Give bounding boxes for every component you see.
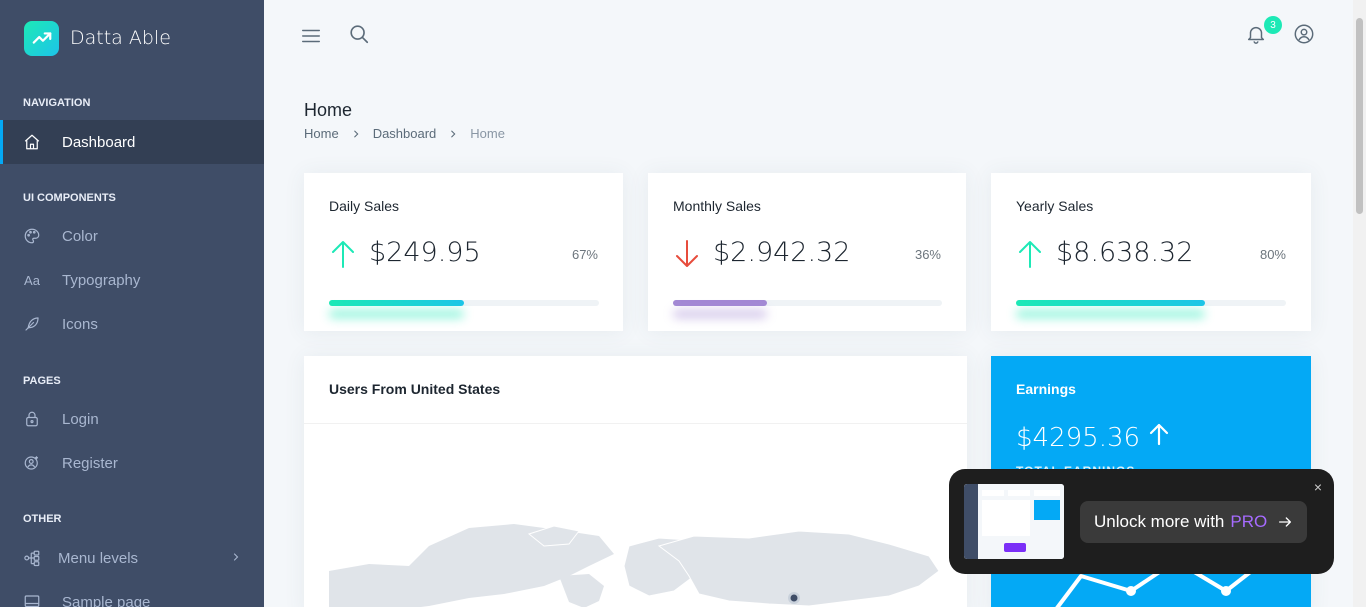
promo-text: Unlock more with xyxy=(1094,512,1225,531)
user-circle-icon xyxy=(1293,23,1315,50)
progress-shadow xyxy=(329,310,464,318)
progress-fill xyxy=(673,300,767,306)
card-title: Daily Sales xyxy=(329,198,400,214)
card-title: Users From United States xyxy=(329,381,501,397)
progress-shadow xyxy=(673,310,767,318)
promo-highlight: PRO xyxy=(1230,512,1268,531)
card-divider xyxy=(304,423,967,424)
daily-sales-card: Daily Sales $249.95 67% xyxy=(304,173,623,331)
brand-logo-icon xyxy=(24,20,59,56)
sidebar-item-sample-page[interactable]: Sample page xyxy=(0,580,264,607)
world-map[interactable] xyxy=(329,516,949,607)
lock-icon xyxy=(23,410,41,428)
chevron-right-icon xyxy=(230,550,242,567)
sidebar-item-register[interactable]: Register xyxy=(0,441,264,485)
earnings-amount-value: $4295.36 xyxy=(1016,423,1141,453)
scrollbar-thumb[interactable] xyxy=(1356,18,1363,214)
nav-caption-ui-components: UI COMPONENTS xyxy=(23,192,116,204)
card-title: Yearly Sales xyxy=(1016,198,1094,214)
breadcrumb: Home Dashboard Home xyxy=(304,126,505,141)
sidebar-item-label: Menu levels xyxy=(58,549,139,567)
breadcrumb-item-current: Home xyxy=(470,126,505,141)
breadcrumb-item[interactable]: Dashboard xyxy=(373,126,437,141)
monthly-sales-card: Monthly Sales $2.942.32 36% xyxy=(648,173,966,331)
card-title: Earnings xyxy=(1016,381,1076,397)
typography-icon: Aa xyxy=(24,272,40,288)
notification-count-badge: 3 xyxy=(1264,16,1282,34)
profile-button[interactable] xyxy=(1292,24,1316,48)
sidebar-item-label: Login xyxy=(62,410,99,428)
sidebar-item-label: Sample page xyxy=(62,593,151,607)
progress-fill xyxy=(329,300,464,306)
page-title: Home xyxy=(304,100,353,120)
sidebar-item-label: Color xyxy=(62,227,98,245)
arrow-down-icon xyxy=(673,239,701,269)
home-icon xyxy=(23,133,41,151)
sidebar: Datta Able NAVIGATION Dashboard UI COMPO… xyxy=(0,0,264,607)
close-icon[interactable]: × xyxy=(1314,479,1322,495)
sample-page-icon xyxy=(23,593,41,607)
search-icon xyxy=(348,23,370,50)
sales-percent: 67% xyxy=(571,247,598,262)
nav-caption-pages: PAGES xyxy=(23,375,61,387)
upgrade-promo-popup: Unlock more with PRO × xyxy=(949,469,1334,574)
brand-name: Datta Able xyxy=(70,27,171,49)
arrow-up-icon xyxy=(1148,423,1170,453)
sidebar-item-label: Typography xyxy=(62,271,141,289)
users-map-card: Users From United States xyxy=(304,356,967,607)
card-title: Monthly Sales xyxy=(673,198,761,214)
progress-bar xyxy=(329,300,599,318)
chevron-right-icon xyxy=(448,129,458,139)
top-header: 3 xyxy=(264,0,1353,72)
chevron-right-icon xyxy=(351,129,361,139)
nav-caption-navigation: NAVIGATION xyxy=(23,97,91,109)
unlock-pro-button[interactable]: Unlock more with PRO xyxy=(1080,501,1308,543)
sidebar-item-label: Icons xyxy=(62,315,98,333)
progress-bar xyxy=(673,300,942,318)
menu-toggle-button[interactable] xyxy=(299,24,323,48)
palette-icon xyxy=(23,227,41,245)
page-scrollbar[interactable] xyxy=(1353,0,1366,607)
sales-percent: 80% xyxy=(1259,247,1286,262)
user-plus-icon xyxy=(23,454,41,472)
progress-fill xyxy=(1016,300,1205,306)
sidebar-item-dashboard[interactable]: Dashboard xyxy=(0,120,264,164)
sidebar-item-typography[interactable]: Aa Typography xyxy=(0,258,264,302)
nav-caption-other: OTHER xyxy=(23,513,62,525)
sidebar-item-login[interactable]: Login xyxy=(0,397,264,441)
sales-amount: $8.638.32 xyxy=(1056,237,1194,268)
search-button[interactable] xyxy=(347,24,371,48)
sidebar-item-label: Register xyxy=(62,454,118,472)
feather-icon xyxy=(23,315,41,333)
sidebar-item-menu-levels[interactable]: Menu levels xyxy=(0,536,264,580)
sidebar-item-color[interactable]: Color xyxy=(0,214,264,258)
promo-preview-image xyxy=(964,484,1064,559)
menu-levels-icon xyxy=(23,549,41,567)
yearly-sales-card: Yearly Sales $8.638.32 80% xyxy=(991,173,1311,331)
sales-percent: 36% xyxy=(914,247,941,262)
sidebar-item-label: Dashboard xyxy=(62,133,136,151)
progress-shadow xyxy=(1016,310,1205,318)
arrow-up-icon xyxy=(329,239,357,269)
sales-amount: $249.95 xyxy=(369,237,481,268)
sidebar-item-icons[interactable]: Icons xyxy=(0,302,264,346)
earnings-amount: $4295.36 xyxy=(1016,422,1170,453)
arrow-up-icon xyxy=(1016,239,1044,269)
breadcrumb-item[interactable]: Home xyxy=(304,126,339,141)
brand[interactable]: Datta Able xyxy=(0,0,264,76)
sales-amount: $2.942.32 xyxy=(713,237,851,268)
progress-bar xyxy=(1016,300,1286,318)
arrow-right-icon xyxy=(1277,514,1293,530)
